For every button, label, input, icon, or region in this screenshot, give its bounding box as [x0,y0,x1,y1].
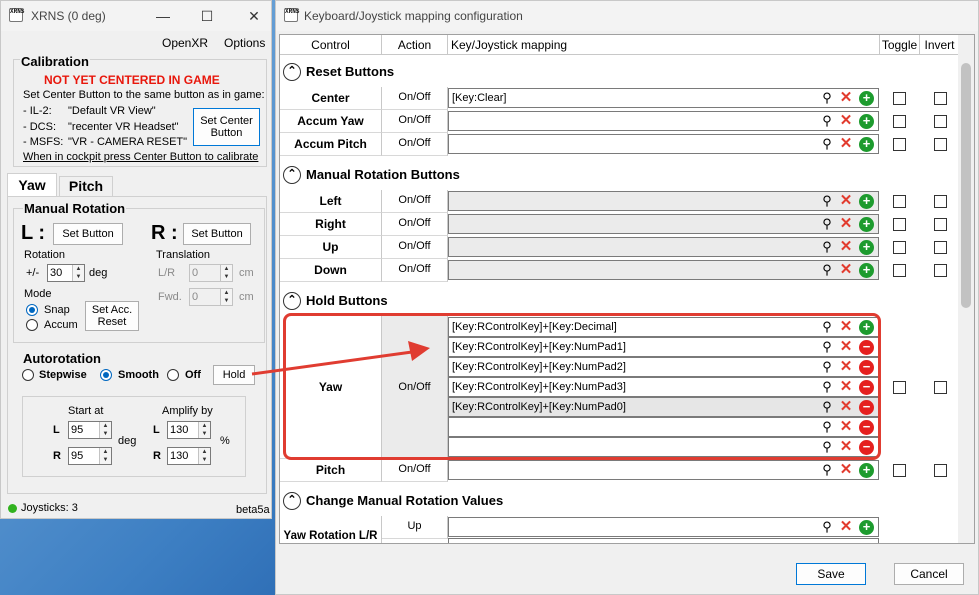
annotation-arrow [251,341,430,376]
